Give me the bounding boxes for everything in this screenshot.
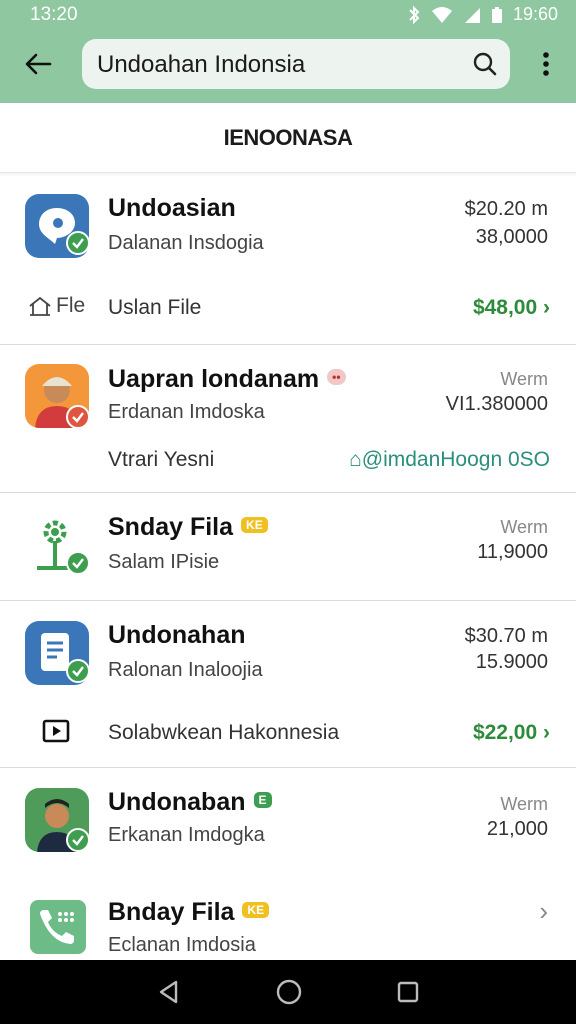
- more-options-button[interactable]: [532, 46, 560, 82]
- item-name: Uapran londanam: [108, 365, 320, 393]
- list-item[interactable]: Snday Fila KE Salam IPisie Werm 11,9000: [0, 493, 576, 601]
- item-amount-bottom: 15.9000: [475, 651, 548, 673]
- item-name-row: Uapran londanam ••: [108, 365, 346, 394]
- back-button[interactable]: [18, 46, 58, 82]
- footer-label: Uslan File: [108, 296, 202, 319]
- footer-label: Solabwkean Hakonnesia: [108, 721, 340, 744]
- footer-value-link[interactable]: ⌂@imdanHoogn 0SO: [349, 448, 550, 472]
- verified-badge-icon: [66, 551, 90, 575]
- status-bar: 13:20 19:60: [0, 0, 576, 30]
- item-amount-bottom: 21,000: [486, 818, 548, 840]
- item-subtitle: Salam IPisie: [108, 551, 220, 573]
- signal-icon: [464, 7, 480, 23]
- section-header: IENOONASA: [0, 103, 576, 173]
- item-subtitle: Eclanan Imdosia: [108, 934, 256, 956]
- item-name-row: Snday Fila KE: [108, 513, 268, 542]
- item-name-row: Bnday Fila KE: [108, 898, 270, 927]
- footer-value-link[interactable]: $22,00 ›: [473, 721, 550, 745]
- item-tag: E: [253, 792, 272, 809]
- list-item[interactable]: Undonahan Ralonan Inaloojia $30.70 m 15.…: [0, 601, 576, 768]
- item-name-row: Undonaban E: [108, 788, 272, 817]
- item-amount-bottom: 11,9000: [477, 541, 548, 563]
- verified-badge-icon: [66, 405, 90, 429]
- bluetooth-icon: [409, 5, 420, 24]
- item-name: Undoasian: [108, 194, 236, 222]
- phone-keypad-icon: [40, 910, 74, 944]
- footer-value-link[interactable]: $48,00 ›: [473, 296, 550, 320]
- verified-badge-icon: [66, 231, 90, 255]
- verified-badge-icon: [66, 828, 90, 852]
- list-item[interactable]: Undoasian Dalanan Insdogia $20.20 m 38,0…: [0, 174, 576, 345]
- item-subtitle: Dalanan Insdogia: [108, 232, 264, 254]
- item-tag: KE: [241, 517, 268, 534]
- system-nav-bar: [0, 960, 576, 1024]
- nav-recents-icon[interactable]: [396, 980, 420, 1004]
- arrow-left-icon: [25, 53, 52, 75]
- app-avatar: [30, 900, 86, 954]
- app-bar: 13:20 19:60 Undoahan Indonsia: [0, 0, 576, 103]
- chevron-right-icon[interactable]: ›: [539, 896, 548, 927]
- search-query: Undoahan Indonsia: [97, 51, 306, 78]
- status-time: 13:20: [30, 4, 78, 25]
- status-clock-right: 19:60: [512, 4, 558, 24]
- item-name: Snday Fila: [108, 513, 234, 541]
- battery-icon: [491, 6, 502, 23]
- verified-badge-icon: [66, 659, 90, 683]
- item-amount-top: $20.20 m: [464, 198, 548, 220]
- search-field[interactable]: Undoahan Indonsia: [82, 39, 510, 89]
- more-vert-icon: [543, 52, 549, 76]
- item-subtitle: Erdanan Imdoska: [108, 401, 265, 423]
- item-amount-top: Werm: [500, 369, 548, 389]
- item-amount-top: $30.70 m: [464, 625, 548, 647]
- nav-back-icon[interactable]: [156, 979, 182, 1005]
- home-icon: Fle: [28, 294, 85, 318]
- item-tag: KE: [242, 902, 270, 919]
- item-amount-bottom: 38,0000: [475, 226, 548, 248]
- nav-home-icon[interactable]: [275, 978, 303, 1006]
- item-tag: ••: [327, 369, 346, 386]
- video-icon: [42, 719, 70, 748]
- item-amount-top: Werm: [500, 794, 548, 814]
- item-subtitle: Ralonan Inaloojia: [108, 659, 263, 681]
- list-item[interactable]: Undonaban E Erkanan Imdogka Werm 21,000: [0, 768, 576, 878]
- wifi-icon: [431, 6, 452, 23]
- item-name: Undonahan: [108, 621, 246, 649]
- item-amount-bottom: VI1.380000: [445, 393, 548, 415]
- item-name: Bnday Fila: [108, 898, 235, 926]
- list-item[interactable]: Uapran londanam •• Erdanan Imdoska Werm V…: [0, 345, 576, 493]
- list-item[interactable]: Bnday Fila KE Eclanan Imdosia ›: [0, 878, 576, 960]
- item-subtitle: Erkanan Imdogka: [108, 824, 265, 846]
- home-icon-label: Fle: [56, 294, 86, 317]
- search-icon[interactable]: [472, 51, 498, 77]
- status-icons: 19:60: [407, 4, 558, 25]
- item-amount-top: Werm: [500, 517, 548, 537]
- item-name: Undonaban: [108, 788, 246, 816]
- footer-label: Vtrari Yesni: [108, 448, 215, 471]
